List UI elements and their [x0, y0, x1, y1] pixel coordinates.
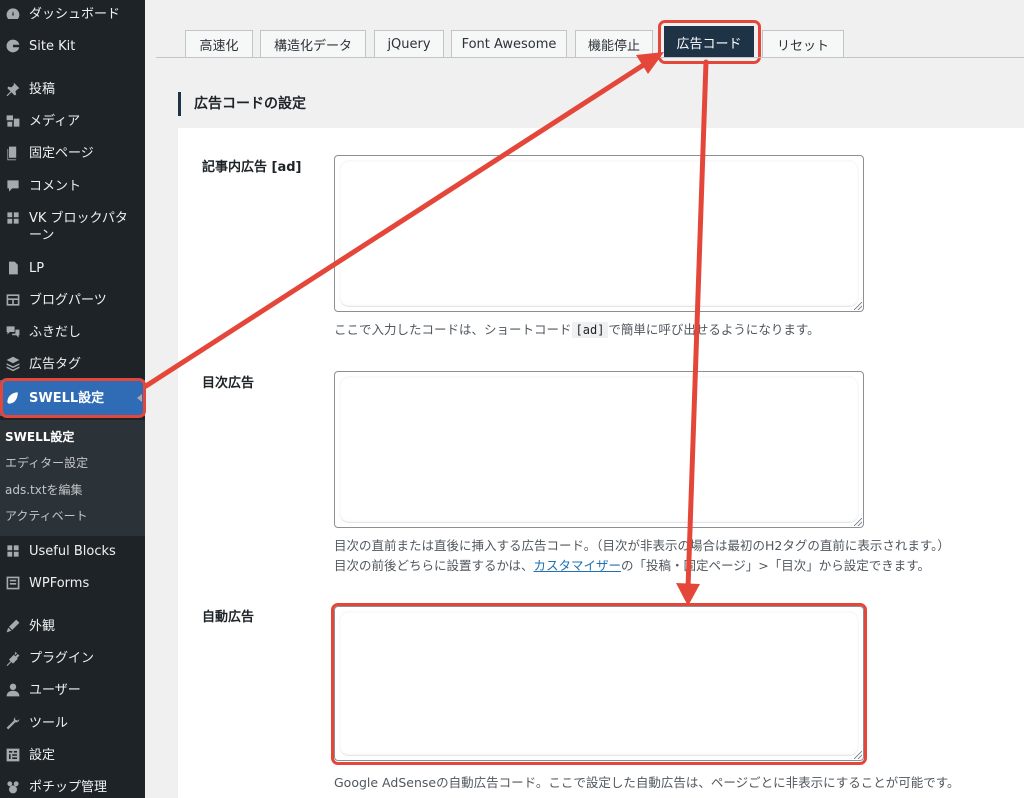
resize-handle-icon[interactable]: [854, 302, 862, 310]
admin-sidebar: ダッシュボード Site Kit 投稿 メディア 固定ページ コメント VK ブ…: [0, 0, 146, 798]
document-icon: [4, 259, 22, 277]
grid-icon: [4, 209, 22, 227]
form-icon: [4, 574, 22, 592]
menu-pochipp[interactable]: ポチップ管理: [0, 778, 145, 796]
tab-divider: [156, 57, 1024, 58]
menu-wpforms[interactable]: WPForms: [0, 574, 145, 592]
speech-bubbles-icon: [4, 323, 22, 341]
tab-font-awesome[interactable]: Font Awesome: [451, 30, 567, 58]
settings-icon: [4, 746, 22, 764]
menu-pages[interactable]: 固定ページ: [0, 144, 145, 162]
shortcode-ad: [ad]: [571, 322, 609, 338]
wrench-icon: [4, 714, 22, 732]
submenu-swell-settings[interactable]: SWELL設定: [5, 428, 74, 445]
menu-fukidashi[interactable]: ふきだし: [0, 323, 145, 341]
tab-ad-code[interactable]: 広告コード: [664, 26, 754, 58]
tab-structured-data[interactable]: 構造化データ: [260, 30, 366, 58]
article-ad-description: ここで入力したコードは、ショートコード [ad] で簡単に呼び出せるようになります。: [334, 322, 820, 338]
auto-ad-textarea[interactable]: [334, 606, 864, 761]
menu-appearance[interactable]: 外観: [0, 617, 145, 635]
layout-icon: [4, 291, 22, 309]
comment-icon: [4, 177, 22, 195]
toc-ad-description-line1: 目次の直前または直後に挿入する広告コード。（目次が非表示の場合は最初のH2タグの…: [334, 538, 950, 553]
textarea-inner: [339, 611, 859, 756]
menu-blog-parts[interactable]: ブログパーツ: [0, 291, 145, 309]
menu-comments[interactable]: コメント: [0, 177, 145, 195]
menu-dashboard[interactable]: ダッシュボード: [0, 5, 145, 23]
menu-posts[interactable]: 投稿: [0, 80, 145, 98]
menu-tools[interactable]: ツール: [0, 714, 145, 732]
appearance-icon: [4, 617, 22, 635]
tab-reset[interactable]: リセット: [762, 30, 844, 58]
main-content: 高速化 構造化データ jQuery Font Awesome 機能停止 広告コー…: [145, 0, 1024, 798]
menu-swell-settings[interactable]: SWELL設定: [0, 380, 145, 416]
menu-settings[interactable]: 設定: [0, 746, 145, 764]
current-menu-arrow-icon: [137, 394, 142, 402]
blocks-icon: [4, 542, 22, 560]
textarea-inner: [339, 160, 859, 307]
submenu-edit-ads-txt[interactable]: ads.txtを編集: [5, 481, 83, 498]
swell-icon: [4, 389, 22, 407]
page-icon: [4, 144, 22, 162]
dashboard-icon: [4, 5, 22, 23]
textarea-inner: [339, 376, 859, 523]
plugin-icon: [4, 649, 22, 667]
pin-icon: [4, 80, 22, 98]
toc-ad-textarea[interactable]: [334, 371, 864, 528]
menu-media[interactable]: メディア: [0, 112, 145, 130]
section-title: 広告コードの設定: [178, 92, 306, 116]
user-icon: [4, 681, 22, 699]
menu-users[interactable]: ユーザー: [0, 681, 145, 699]
submenu-activate[interactable]: アクティベート: [5, 507, 88, 524]
article-ad-textarea[interactable]: [334, 155, 864, 312]
settings-panel: 記事内広告 [ad] ここで入力したコードは、ショートコード [ad] で簡単に呼び…: [178, 128, 1024, 798]
resize-handle-icon[interactable]: [854, 518, 862, 526]
swell-submenu: SWELL設定 エディター設定 ads.txtを編集 アクティベート: [0, 420, 145, 536]
auto-ad-label: 自動広告: [196, 606, 262, 626]
stack-icon: [4, 355, 22, 373]
resize-handle-icon[interactable]: [854, 751, 862, 759]
auto-ad-description: Google AdSenseの自動広告コード。ここで設定した自動広告は、ページご…: [334, 775, 960, 790]
menu-ad-tags[interactable]: 広告タグ: [0, 355, 145, 373]
article-ad-label: 記事内広告 [ad]: [202, 160, 302, 175]
toc-ad-description-line2: 目次の前後どちらに設置するかは、カスタマイザーの「投稿・固定ページ」>「目次」か…: [334, 558, 931, 573]
tab-jquery[interactable]: jQuery: [374, 30, 444, 58]
menu-useful-blocks[interactable]: Useful Blocks: [0, 542, 145, 560]
tab-disable-features[interactable]: 機能停止: [575, 30, 653, 58]
menu-lp[interactable]: LP: [0, 259, 145, 277]
customizer-link[interactable]: カスタマイザー: [534, 558, 622, 573]
site-kit-icon: [4, 37, 22, 55]
toc-ad-label: 目次広告: [202, 376, 255, 391]
menu-plugins[interactable]: プラグイン: [0, 649, 145, 667]
media-icon: [4, 112, 22, 130]
tab-speedup[interactable]: 高速化: [185, 30, 253, 58]
menu-site-kit[interactable]: Site Kit: [0, 37, 145, 55]
submenu-editor-settings[interactable]: エディター設定: [5, 454, 88, 471]
menu-vk-block-patterns[interactable]: VK ブロックパタ ーン: [0, 209, 145, 244]
pochipp-icon: [4, 778, 22, 796]
